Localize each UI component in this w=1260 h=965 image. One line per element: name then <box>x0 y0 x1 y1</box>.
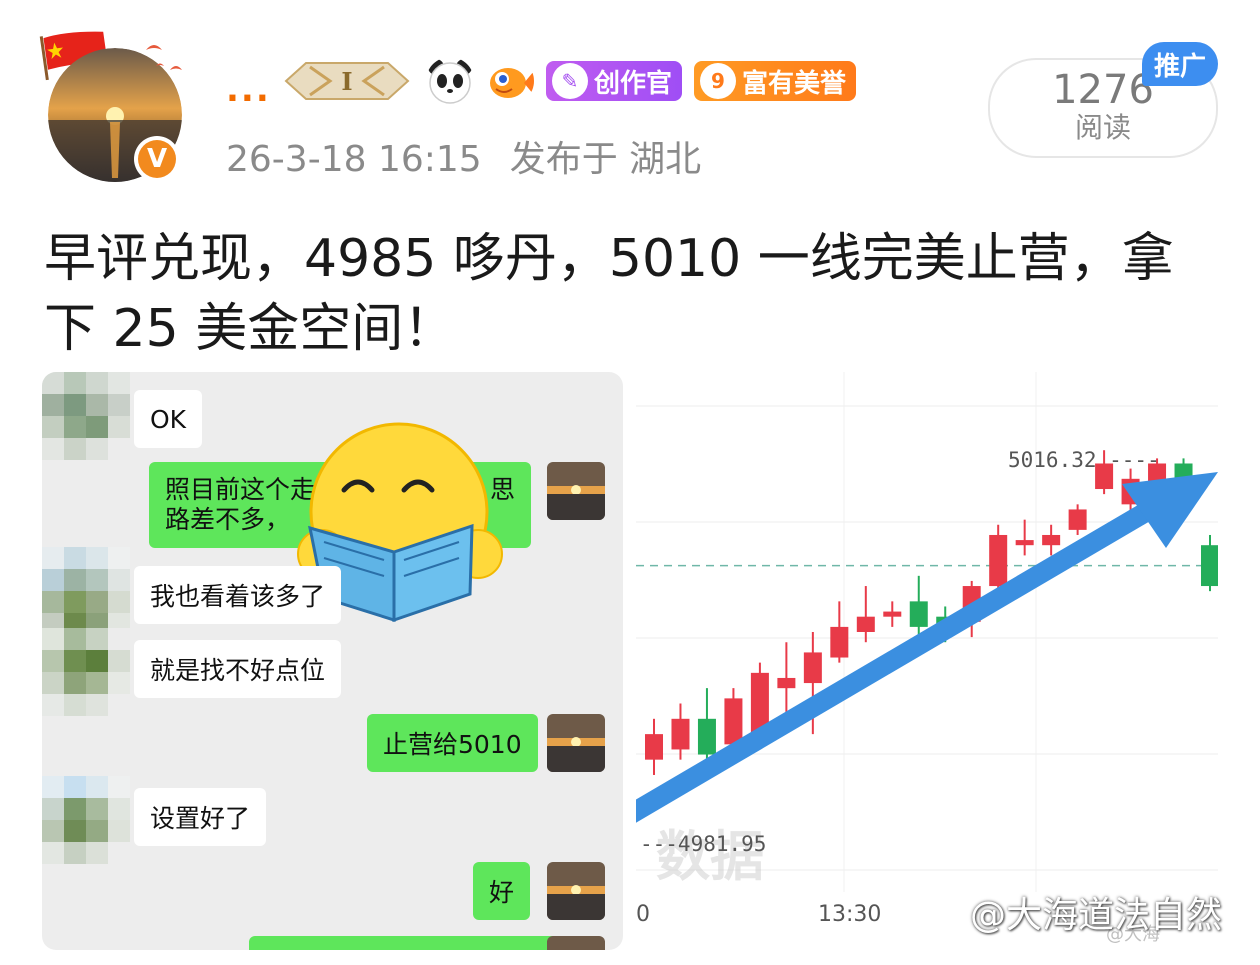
candle-body <box>1201 545 1218 587</box>
candle-body <box>1015 540 1034 546</box>
chat-screenshot[interactable]: OK 照目前这个走思 路差不多， 我也看着该多了 就是找不好点位 止营给5010 <box>42 372 623 950</box>
sender-avatar <box>547 936 605 950</box>
high-price-label: 5016.32 ---- <box>1008 448 1160 472</box>
username[interactable]: ... <box>226 70 271 110</box>
pixelated-avatar <box>42 547 130 635</box>
pixelated-avatar <box>42 776 130 864</box>
chat-message[interactable]: 就是找不好点位 <box>134 640 342 698</box>
post-meta: 26-3-18 16:15 发布于 湖北 <box>226 130 701 182</box>
candlestick-chart[interactable]: 数据 5016.32 ---- ---4981.95 0 13:30 @大海 <box>636 372 1218 950</box>
candle-body <box>883 611 902 617</box>
candle <box>1042 524 1061 556</box>
creator-icon: ✎ <box>552 63 588 99</box>
candle-body <box>989 534 1008 587</box>
bird-decoration-icon <box>146 45 182 70</box>
candle-body <box>777 677 796 689</box>
candle-body <box>803 652 822 684</box>
candle <box>830 601 849 663</box>
read-label: 阅读 <box>1074 111 1131 144</box>
candle <box>697 688 716 765</box>
svg-text:I: I <box>341 67 352 96</box>
pixelated-avatar <box>42 628 130 716</box>
platform-watermark: @大海道法自然 <box>970 895 1223 936</box>
panda-icon[interactable] <box>426 57 474 105</box>
sender-avatar <box>547 862 605 920</box>
chart-candles <box>645 450 1218 775</box>
candle <box>1068 504 1087 535</box>
rich-badge[interactable]: 9 富有美誉 <box>694 61 857 101</box>
trend-arrow-shaft <box>636 497 1162 823</box>
candle <box>777 642 796 719</box>
chat-message-partial <box>249 936 565 950</box>
pixelated-avatar <box>42 372 130 460</box>
rich-label: 富有美誉 <box>742 68 847 99</box>
candle-body <box>856 616 875 632</box>
sender-avatar <box>547 714 605 772</box>
candle-body <box>724 698 743 745</box>
message-line: 路差不多， <box>165 505 291 534</box>
candle <box>671 703 690 760</box>
candle-body <box>671 718 690 750</box>
candle-body <box>1068 509 1087 530</box>
candle-body <box>1042 534 1061 546</box>
location: 发布于 湖北 <box>509 139 702 180</box>
rich-icon: 9 <box>700 63 737 99</box>
low-price-label: ---4981.95 <box>640 832 767 856</box>
candle-body <box>909 601 928 627</box>
sender-avatar <box>547 462 605 520</box>
candle <box>645 718 663 775</box>
time-label: 0 <box>636 902 650 927</box>
chat-message[interactable]: 好 <box>473 862 531 920</box>
verified-icon: V <box>134 136 180 182</box>
candle-body <box>830 626 849 658</box>
candle <box>883 601 902 627</box>
message-line: 照目前这个走 <box>165 475 316 504</box>
candle <box>909 575 928 638</box>
candle <box>1201 534 1218 592</box>
candle <box>1015 519 1034 556</box>
medal-icon[interactable]: I <box>280 59 414 103</box>
trend-arrow-icon <box>636 472 1218 823</box>
candle <box>856 586 875 643</box>
candle-body <box>645 734 663 760</box>
fish-icon[interactable] <box>486 57 534 105</box>
chat-message[interactable]: 设置好了 <box>134 788 267 846</box>
candle-body <box>697 718 716 755</box>
badge-row: I ✎ 创作官 9 富有美誉 <box>280 56 857 106</box>
timestamp: 26-3-18 16:15 <box>226 139 482 180</box>
creator-badge[interactable]: ✎ 创作官 <box>546 61 683 101</box>
chat-message[interactable]: 我也看着该多了 <box>134 566 342 624</box>
post-text: 早评兑现，4985 哆丹，5010 一线完美止营，拿下 25 美金空间！ <box>44 229 1174 359</box>
chat-message[interactable]: OK <box>134 390 203 448</box>
creator-label: 创作官 <box>594 68 673 99</box>
time-label: 13:30 <box>818 902 882 927</box>
promo-badge[interactable]: 推广 <box>1142 42 1218 86</box>
chat-message[interactable]: 止营给5010 <box>367 714 538 772</box>
